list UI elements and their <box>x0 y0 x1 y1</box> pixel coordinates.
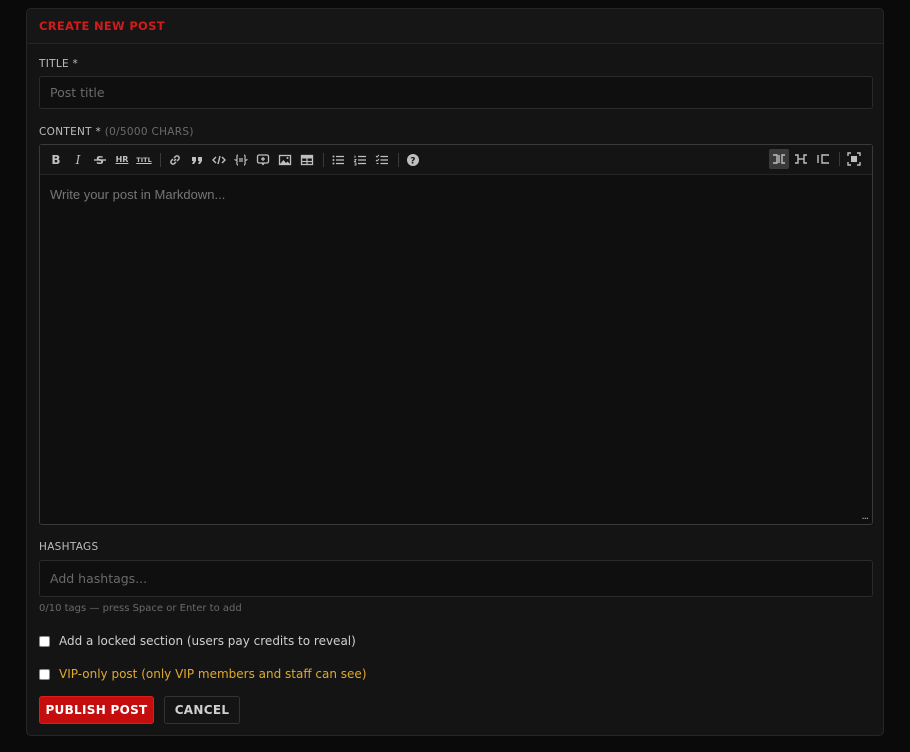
locked-section-checkbox[interactable] <box>39 635 50 647</box>
help-icon-glyph: ? <box>410 156 415 166</box>
title-input[interactable] <box>39 76 873 109</box>
editor-textarea[interactable]: Write your post in Markdown... <box>40 175 872 214</box>
char-count: (0/5000 CHARS) <box>104 126 194 138</box>
italic-icon[interactable]: I <box>68 150 88 170</box>
publish-post-button[interactable]: PUBLISH POST <box>39 696 154 724</box>
ordered-list-icon[interactable] <box>350 150 370 170</box>
preview-icon[interactable] <box>791 149 811 169</box>
create-post-card: CREATE NEW POST TITLE * CONTENT * (0/500… <box>26 8 884 736</box>
content-label: CONTENT * (0/5000 CHARS) <box>39 126 194 138</box>
vip-only-option[interactable]: VIP-only post (only VIP members and staf… <box>39 667 367 681</box>
hashtags-help: 0/10 tags — press Space or Enter to add <box>39 603 242 614</box>
cancel-button[interactable]: CANCEL <box>164 696 240 724</box>
card-header: CREATE NEW POST <box>27 9 883 44</box>
locked-section-label[interactable]: Add a locked section (users pay credits … <box>59 634 356 648</box>
hashtags-label-text: HASHTAGS <box>39 541 99 553</box>
quote-icon[interactable] <box>187 150 207 170</box>
editor-placeholder: Write your post in Markdown... <box>50 187 226 202</box>
toolbar-separator <box>323 152 324 167</box>
image-icon[interactable] <box>275 150 295 170</box>
toolbar-view-controls <box>769 149 866 169</box>
code-block-icon[interactable] <box>231 150 251 170</box>
toolbar-separator <box>839 152 840 166</box>
bold-icon[interactable]: B <box>46 150 66 170</box>
markdown-editor: B I S HR TITL <box>39 144 873 525</box>
help-icon[interactable]: ? <box>403 150 423 170</box>
toolbar-separator <box>398 152 399 167</box>
checklist-icon[interactable] <box>372 150 392 170</box>
editor-toolbar: B I S HR TITL <box>40 145 872 175</box>
hashtags-label: HASHTAGS <box>39 541 98 553</box>
side-by-side-icon[interactable] <box>769 149 789 169</box>
heading-icon[interactable]: HR <box>112 150 132 170</box>
code-icon[interactable] <box>209 150 229 170</box>
fullscreen-icon[interactable] <box>844 149 864 169</box>
toolbar-separator <box>160 152 161 167</box>
hashtags-input[interactable] <box>39 560 873 597</box>
locked-section-option[interactable]: Add a locked section (users pay credits … <box>39 634 356 648</box>
heading-smaller-icon[interactable]: TITL <box>134 150 154 170</box>
vip-only-label[interactable]: VIP-only post (only VIP members and staf… <box>59 667 367 681</box>
clean-block-icon[interactable] <box>253 150 273 170</box>
vip-only-checkbox[interactable] <box>39 668 50 680</box>
strikethrough-icon[interactable]: S <box>90 150 110 170</box>
card-title: CREATE NEW POST <box>39 19 165 33</box>
link-icon[interactable] <box>165 150 185 170</box>
resize-handle[interactable]: ... <box>861 511 868 522</box>
content-label-text: CONTENT * <box>39 126 102 138</box>
table-icon[interactable] <box>297 150 317 170</box>
title-label-text: TITLE * <box>39 58 79 70</box>
title-label: TITLE * <box>39 58 78 70</box>
unordered-list-icon[interactable] <box>328 150 348 170</box>
editor-only-icon[interactable] <box>813 149 833 169</box>
